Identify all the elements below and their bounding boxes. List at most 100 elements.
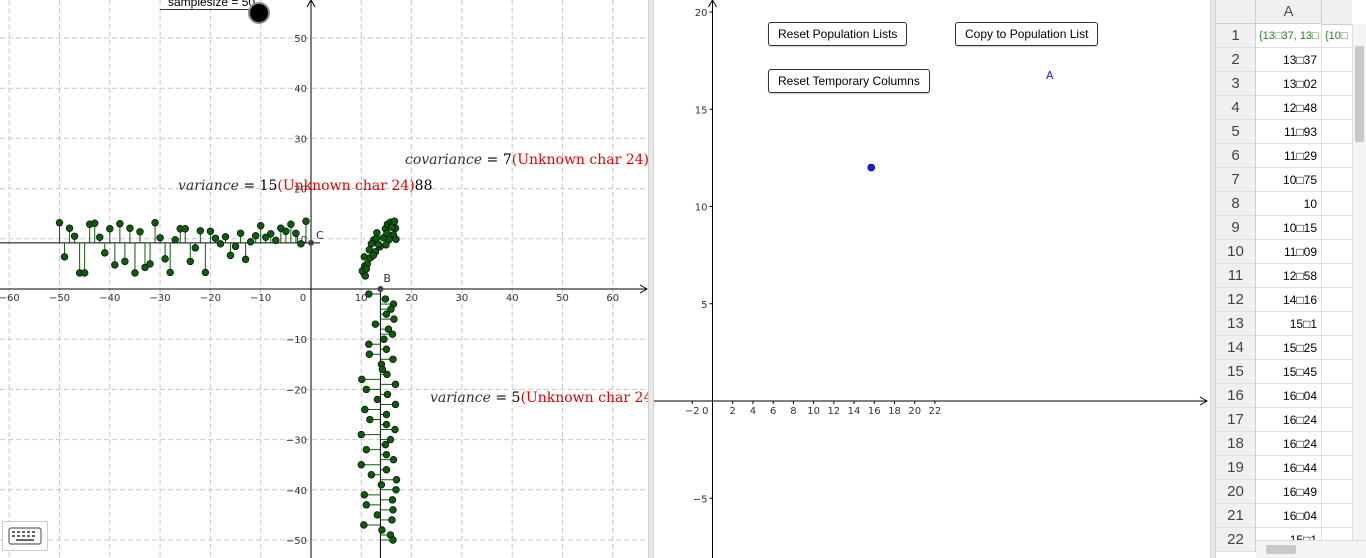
row-number[interactable]: 10	[1216, 240, 1256, 264]
copy-to-population-list-button[interactable]: Copy to Population List	[955, 22, 1099, 46]
horizontal-scrollbar[interactable]	[1256, 540, 1366, 558]
cell-a[interactable]: 11□29	[1256, 144, 1322, 168]
cell-b[interactable]	[1322, 144, 1352, 168]
x-stem-dot	[106, 225, 114, 233]
reset-population-lists-button[interactable]: Reset Population Lists	[768, 22, 908, 46]
cell-b[interactable]	[1322, 456, 1352, 480]
cell-b[interactable]	[1322, 72, 1352, 96]
y-stem-dot	[383, 370, 391, 379]
cell-a[interactable]: 15□25	[1256, 336, 1322, 360]
cell-a[interactable]: 13□37	[1256, 48, 1322, 72]
cell-a[interactable]: 11□09	[1256, 240, 1322, 264]
row-number[interactable]: 7	[1216, 168, 1256, 192]
row-number[interactable]: 20	[1216, 480, 1256, 504]
cell-a[interactable]: 10	[1256, 192, 1322, 216]
cell-b[interactable]	[1322, 408, 1352, 432]
vertical-scrollbar[interactable]	[1352, 24, 1366, 540]
cell-a[interactable]: 14□16	[1256, 288, 1322, 312]
scatter-dot	[361, 272, 370, 280]
variance-x-tail: 88	[414, 178, 433, 194]
row-number[interactable]: 8	[1216, 192, 1256, 216]
spreadsheet-view[interactable]: A 1 {13□37, 13□ {10□ 2 13□37 3 13□02 4 12□48 5 11□…	[1216, 0, 1366, 558]
y-tick-label-2: 15	[695, 105, 708, 116]
cell-a[interactable]: 11□93	[1256, 120, 1322, 144]
cell-a[interactable]: 16□49	[1256, 480, 1322, 504]
x-tick-label-1: −30	[150, 293, 171, 304]
graphics-view-2[interactable]: −2 0 2 4 6 8 10 12 14 16 18 20 22 20 15 10 5 −5 A Reset Po…	[654, 0, 1210, 558]
cell-a[interactable]: 16□04	[1256, 384, 1322, 408]
cell-b[interactable]: {10□	[1322, 24, 1352, 48]
row-number[interactable]: 22	[1216, 528, 1256, 552]
row-number[interactable]: 1	[1216, 24, 1256, 48]
reset-temporary-columns-button[interactable]: Reset Temporary Columns	[768, 69, 930, 93]
x-stem-dot	[65, 224, 74, 232]
scatter-dot	[367, 240, 376, 248]
row-number[interactable]: 13	[1216, 312, 1256, 336]
column-header-a[interactable]: A	[1256, 0, 1322, 24]
samplesize-slider-knob[interactable]	[250, 4, 268, 22]
cell-b[interactable]	[1322, 480, 1352, 504]
cell-a[interactable]: 13□02	[1256, 72, 1322, 96]
cell-b[interactable]	[1322, 120, 1352, 144]
y-stem-dot	[392, 486, 400, 494]
cell-b[interactable]	[1322, 384, 1352, 408]
keyboard-button[interactable]	[2, 521, 48, 551]
column-header-b[interactable]	[1322, 0, 1352, 25]
cell-b[interactable]	[1322, 312, 1352, 336]
x-tick-label-2: 0	[702, 406, 708, 417]
cell-a[interactable]: 10□75	[1256, 168, 1322, 192]
cell-b[interactable]	[1322, 216, 1352, 240]
variance-x-error: (Unknown char 24)	[277, 178, 415, 194]
cell-b[interactable]	[1322, 336, 1352, 360]
graphics-canvas-2[interactable]: −2 0 2 4 6 8 10 12 14 16 18 20 22 20 15 10 5 −5 A	[654, 0, 1210, 558]
row-number[interactable]: 3	[1216, 72, 1256, 96]
row-number[interactable]: 6	[1216, 144, 1256, 168]
cell-a[interactable]: 15□1	[1256, 312, 1322, 336]
y-stem-dot	[389, 455, 398, 464]
row-number[interactable]: 5	[1216, 120, 1256, 144]
cell-a[interactable]: 12□48	[1256, 96, 1322, 120]
row-number[interactable]: 18	[1216, 432, 1256, 456]
graphics-canvas-1[interactable]: −60−50−40−30−20−100102030405060504030201…	[0, 0, 648, 558]
row-number[interactable]: 2	[1216, 48, 1256, 72]
row-number[interactable]: 14	[1216, 336, 1256, 360]
cell-a[interactable]: 16□04	[1256, 504, 1322, 528]
row-number[interactable]: 11	[1216, 264, 1256, 288]
cell-a[interactable]: 16□24	[1256, 408, 1322, 432]
row-number[interactable]: 17	[1216, 408, 1256, 432]
cell-a[interactable]: 16□44	[1256, 456, 1322, 480]
cell-b[interactable]	[1322, 48, 1352, 72]
cell-b[interactable]	[1322, 240, 1352, 264]
cell-a[interactable]: 12□58	[1256, 264, 1322, 288]
cell-a[interactable]: {13□37, 13□	[1256, 24, 1322, 48]
cell-b[interactable]	[1322, 288, 1352, 312]
x-tick-label-1: 60	[606, 293, 619, 304]
cell-b[interactable]	[1322, 192, 1352, 216]
horizontal-scroll-thumb[interactable]	[1266, 545, 1296, 554]
y-stem-dot	[391, 425, 399, 434]
row-number[interactable]: 19	[1216, 456, 1256, 480]
cell-a[interactable]: 10□15	[1256, 216, 1322, 240]
cell-b[interactable]	[1322, 264, 1352, 288]
x-stem-dot	[292, 229, 300, 237]
x-stem-dot	[146, 260, 154, 268]
cell-b[interactable]	[1322, 96, 1352, 120]
y-stem-dot	[377, 481, 386, 489]
row-number[interactable]: 4	[1216, 96, 1256, 120]
y-stem-dot	[360, 521, 368, 529]
spreadsheet-row: 11 12□58	[1216, 264, 1366, 288]
row-number[interactable]: 12	[1216, 288, 1256, 312]
y-stem-dot	[380, 335, 388, 343]
cell-a[interactable]: 15□45	[1256, 360, 1322, 384]
cell-a[interactable]: 16□24	[1256, 432, 1322, 456]
vertical-scroll-thumb[interactable]	[1355, 46, 1364, 142]
graphics-view-1[interactable]: −60−50−40−30−20−100102030405060504030201…	[0, 0, 648, 558]
cell-b[interactable]	[1322, 432, 1352, 456]
cell-b[interactable]	[1322, 168, 1352, 192]
cell-b[interactable]	[1322, 504, 1352, 528]
row-number[interactable]: 16	[1216, 384, 1256, 408]
row-number[interactable]: 15	[1216, 360, 1256, 384]
cell-b[interactable]	[1322, 360, 1352, 384]
row-number[interactable]: 9	[1216, 216, 1256, 240]
row-number[interactable]: 21	[1216, 504, 1256, 528]
